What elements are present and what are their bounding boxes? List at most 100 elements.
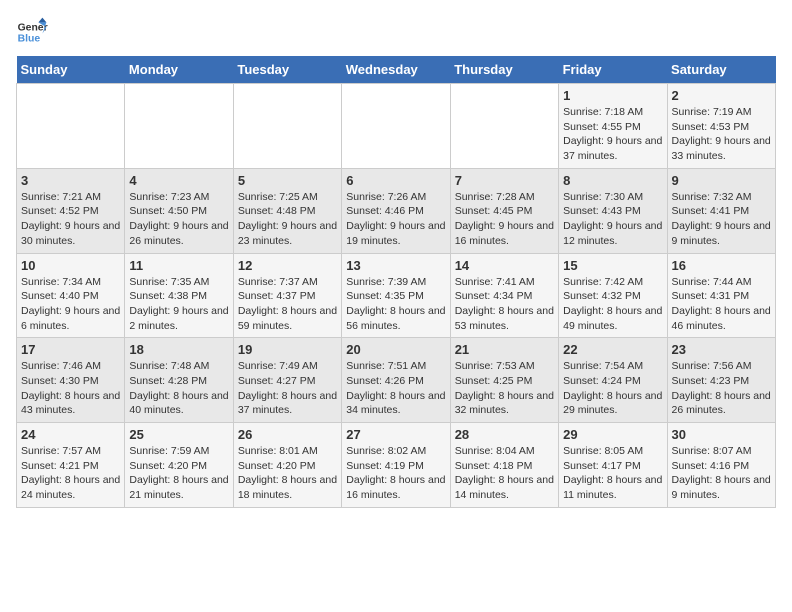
day-number: 21 bbox=[455, 342, 554, 357]
day-info: Sunrise: 7:18 AMSunset: 4:55 PMDaylight:… bbox=[563, 105, 662, 164]
day-cell: 5 Sunrise: 7:25 AMSunset: 4:48 PMDaylight… bbox=[233, 168, 341, 253]
day-info: Sunrise: 8:02 AMSunset: 4:19 PMDaylight:… bbox=[346, 444, 445, 503]
day-cell: 25 Sunrise: 7:59 AMSunset: 4:20 PMDayligh… bbox=[125, 423, 233, 508]
day-cell: 12Sunrise: 7:37 AMSunset: 4:37 PMDayligh… bbox=[233, 253, 341, 338]
day-info: Sunrise: 7:46 AMSunset: 4:30 PMDaylight:… bbox=[21, 359, 120, 418]
day-cell: 19 Sunrise: 7:49 AMSunset: 4:27 PMDayligh… bbox=[233, 338, 341, 423]
day-cell: 23 Sunrise: 7:56 AMSunset: 4:23 PMDayligh… bbox=[667, 338, 775, 423]
day-cell: 11 Sunrise: 7:35 AMSunset: 4:38 PMDayligh… bbox=[125, 253, 233, 338]
day-info: Sunrise: 7:25 AMSunset: 4:48 PMDaylight:… bbox=[238, 190, 337, 249]
day-info: Sunrise: 8:01 AMSunset: 4:20 PMDaylight:… bbox=[238, 444, 337, 503]
header-friday: Friday bbox=[559, 56, 667, 84]
day-cell bbox=[450, 84, 558, 169]
day-info: Sunrise: 7:35 AMSunset: 4:38 PMDaylight:… bbox=[129, 275, 228, 334]
day-cell: 28 Sunrise: 8:04 AMSunset: 4:18 PMDayligh… bbox=[450, 423, 558, 508]
day-cell: 3Sunrise: 7:21 AMSunset: 4:52 PMDaylight… bbox=[17, 168, 125, 253]
day-cell: 2 Sunrise: 7:19 AMSunset: 4:53 PMDaylight… bbox=[667, 84, 775, 169]
day-info: Sunrise: 7:30 AMSunset: 4:43 PMDaylight:… bbox=[563, 190, 662, 249]
week-row-1: 1 Sunrise: 7:18 AMSunset: 4:55 PMDaylight… bbox=[17, 84, 776, 169]
day-number: 7 bbox=[455, 173, 554, 188]
day-cell: 16Sunrise: 7:44 AMSunset: 4:31 PMDayligh… bbox=[667, 253, 775, 338]
header-tuesday: Tuesday bbox=[233, 56, 341, 84]
day-cell: 14 Sunrise: 7:41 AMSunset: 4:34 PMDayligh… bbox=[450, 253, 558, 338]
day-cell: 1 Sunrise: 7:18 AMSunset: 4:55 PMDaylight… bbox=[559, 84, 667, 169]
day-cell bbox=[233, 84, 341, 169]
day-info: Sunrise: 8:07 AMSunset: 4:16 PMDaylight:… bbox=[672, 444, 771, 503]
day-number: 8 bbox=[563, 173, 662, 188]
day-cell: 6Sunrise: 7:26 AMSunset: 4:46 PMDaylight… bbox=[342, 168, 450, 253]
day-cell: 7 Sunrise: 7:28 AMSunset: 4:45 PMDaylight… bbox=[450, 168, 558, 253]
day-number: 14 bbox=[455, 258, 554, 273]
day-info: Sunrise: 7:41 AMSunset: 4:34 PMDaylight:… bbox=[455, 275, 554, 334]
logo: General Blue bbox=[16, 16, 52, 48]
day-cell: 20Sunrise: 7:51 AMSunset: 4:26 PMDayligh… bbox=[342, 338, 450, 423]
day-cell: 15 Sunrise: 7:42 AMSunset: 4:32 PMDayligh… bbox=[559, 253, 667, 338]
day-cell: 22 Sunrise: 7:54 AMSunset: 4:24 PMDayligh… bbox=[559, 338, 667, 423]
week-row-3: 10Sunrise: 7:34 AMSunset: 4:40 PMDayligh… bbox=[17, 253, 776, 338]
day-number: 23 bbox=[672, 342, 771, 357]
svg-text:Blue: Blue bbox=[18, 34, 41, 45]
day-info: Sunrise: 7:42 AMSunset: 4:32 PMDaylight:… bbox=[563, 275, 662, 334]
day-cell: 13Sunrise: 7:39 AMSunset: 4:35 PMDayligh… bbox=[342, 253, 450, 338]
day-info: Sunrise: 7:48 AMSunset: 4:28 PMDaylight:… bbox=[129, 359, 228, 418]
calendar-table: SundayMondayTuesdayWednesdayThursdayFrid… bbox=[16, 56, 776, 508]
day-cell: 4 Sunrise: 7:23 AMSunset: 4:50 PMDaylight… bbox=[125, 168, 233, 253]
day-info: Sunrise: 7:19 AMSunset: 4:53 PMDaylight:… bbox=[672, 105, 771, 164]
day-number: 15 bbox=[563, 258, 662, 273]
day-cell: 24 Sunrise: 7:57 AMSunset: 4:21 PMDayligh… bbox=[17, 423, 125, 508]
day-number: 2 bbox=[672, 88, 771, 103]
day-info: Sunrise: 8:04 AMSunset: 4:18 PMDaylight:… bbox=[455, 444, 554, 503]
day-info: Sunrise: 7:26 AMSunset: 4:46 PMDaylight:… bbox=[346, 190, 445, 249]
day-info: Sunrise: 7:59 AMSunset: 4:20 PMDaylight:… bbox=[129, 444, 228, 503]
day-cell: 26 Sunrise: 8:01 AMSunset: 4:20 PMDayligh… bbox=[233, 423, 341, 508]
day-number: 9 bbox=[672, 173, 771, 188]
day-cell: 10Sunrise: 7:34 AMSunset: 4:40 PMDayligh… bbox=[17, 253, 125, 338]
day-number: 5 bbox=[238, 173, 337, 188]
header-saturday: Saturday bbox=[667, 56, 775, 84]
day-number: 12 bbox=[238, 258, 337, 273]
day-info: Sunrise: 7:32 AMSunset: 4:41 PMDaylight:… bbox=[672, 190, 771, 249]
day-number: 13 bbox=[346, 258, 445, 273]
day-cell bbox=[342, 84, 450, 169]
day-number: 19 bbox=[238, 342, 337, 357]
day-info: Sunrise: 7:49 AMSunset: 4:27 PMDaylight:… bbox=[238, 359, 337, 418]
day-info: Sunrise: 7:21 AMSunset: 4:52 PMDaylight:… bbox=[21, 190, 120, 249]
page-header: General Blue bbox=[16, 16, 776, 48]
header-wednesday: Wednesday bbox=[342, 56, 450, 84]
day-number: 29 bbox=[563, 427, 662, 442]
day-cell: 21 Sunrise: 7:53 AMSunset: 4:25 PMDayligh… bbox=[450, 338, 558, 423]
day-info: Sunrise: 8:05 AMSunset: 4:17 PMDaylight:… bbox=[563, 444, 662, 503]
week-row-4: 17Sunrise: 7:46 AMSunset: 4:30 PMDayligh… bbox=[17, 338, 776, 423]
day-cell bbox=[125, 84, 233, 169]
day-cell: 27 Sunrise: 8:02 AMSunset: 4:19 PMDayligh… bbox=[342, 423, 450, 508]
calendar-header-row: SundayMondayTuesdayWednesdayThursdayFrid… bbox=[17, 56, 776, 84]
day-cell: 18Sunrise: 7:48 AMSunset: 4:28 PMDayligh… bbox=[125, 338, 233, 423]
day-cell: 29 Sunrise: 8:05 AMSunset: 4:17 PMDayligh… bbox=[559, 423, 667, 508]
week-row-5: 24 Sunrise: 7:57 AMSunset: 4:21 PMDayligh… bbox=[17, 423, 776, 508]
day-info: Sunrise: 7:23 AMSunset: 4:50 PMDaylight:… bbox=[129, 190, 228, 249]
day-number: 28 bbox=[455, 427, 554, 442]
day-info: Sunrise: 7:56 AMSunset: 4:23 PMDaylight:… bbox=[672, 359, 771, 418]
day-info: Sunrise: 7:28 AMSunset: 4:45 PMDaylight:… bbox=[455, 190, 554, 249]
day-number: 4 bbox=[129, 173, 228, 188]
logo-icon: General Blue bbox=[16, 16, 48, 48]
header-sunday: Sunday bbox=[17, 56, 125, 84]
day-number: 1 bbox=[563, 88, 662, 103]
day-number: 11 bbox=[129, 258, 228, 273]
day-cell: 17Sunrise: 7:46 AMSunset: 4:30 PMDayligh… bbox=[17, 338, 125, 423]
day-number: 22 bbox=[563, 342, 662, 357]
day-info: Sunrise: 7:53 AMSunset: 4:25 PMDaylight:… bbox=[455, 359, 554, 418]
day-number: 30 bbox=[672, 427, 771, 442]
header-monday: Monday bbox=[125, 56, 233, 84]
day-number: 25 bbox=[129, 427, 228, 442]
day-number: 10 bbox=[21, 258, 120, 273]
day-info: Sunrise: 7:51 AMSunset: 4:26 PMDaylight:… bbox=[346, 359, 445, 418]
day-cell bbox=[17, 84, 125, 169]
day-number: 24 bbox=[21, 427, 120, 442]
day-info: Sunrise: 7:57 AMSunset: 4:21 PMDaylight:… bbox=[21, 444, 120, 503]
day-cell: 8 Sunrise: 7:30 AMSunset: 4:43 PMDaylight… bbox=[559, 168, 667, 253]
day-number: 26 bbox=[238, 427, 337, 442]
day-number: 27 bbox=[346, 427, 445, 442]
day-info: Sunrise: 7:54 AMSunset: 4:24 PMDaylight:… bbox=[563, 359, 662, 418]
day-cell: 30 Sunrise: 8:07 AMSunset: 4:16 PMDayligh… bbox=[667, 423, 775, 508]
